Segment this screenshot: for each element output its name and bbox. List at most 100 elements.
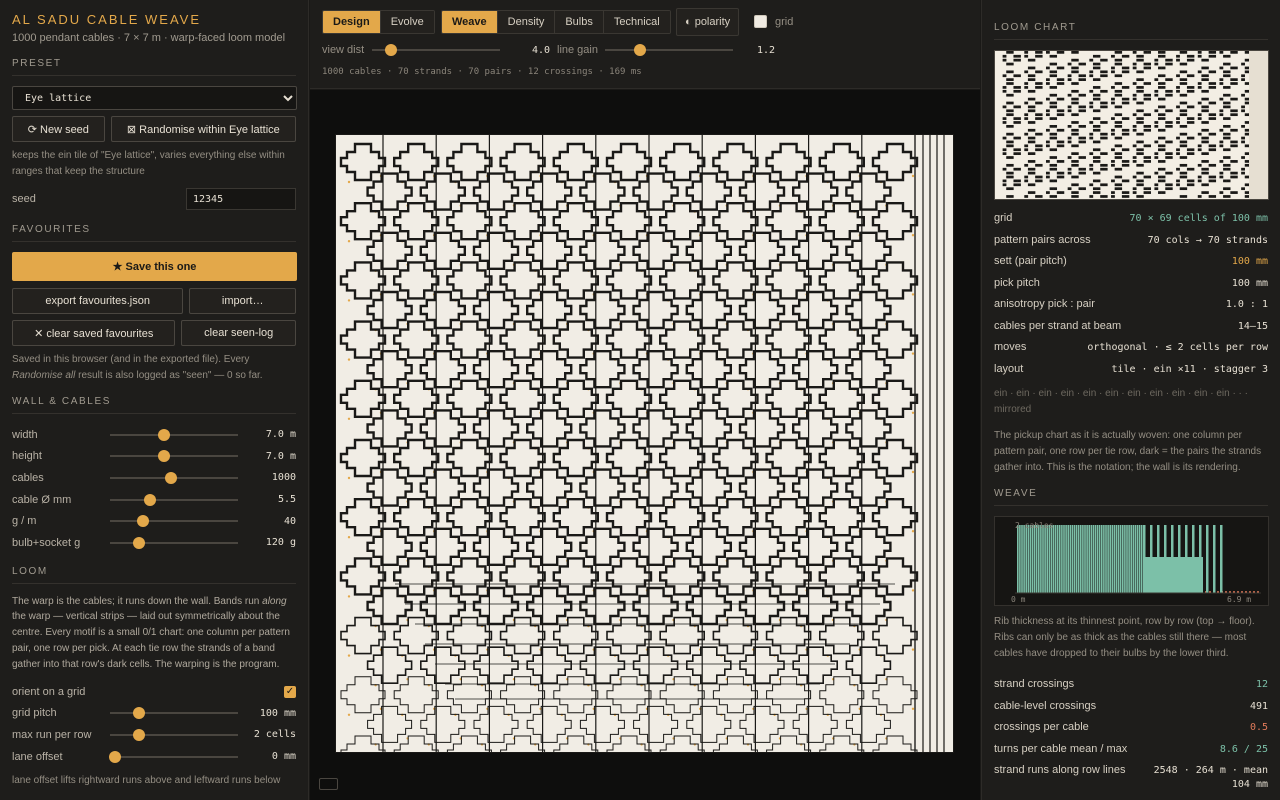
stat-value: 12 xyxy=(1255,679,1268,690)
preset-heading: PRESET xyxy=(12,58,296,76)
loom-slider-track[interactable] xyxy=(110,707,238,720)
slider-thumb[interactable] xyxy=(143,493,156,506)
polarity-button[interactable]: ◐ polarity xyxy=(676,8,740,36)
stat-row: moves orthogonal · ≤ 2 cells per row xyxy=(994,337,1268,359)
line-gain-thumb[interactable] xyxy=(633,44,646,56)
favourites-heading: FAVOURITES xyxy=(12,224,296,242)
wall-slider-label: bulb+socket g xyxy=(12,536,81,549)
grid-checkbox[interactable] xyxy=(754,15,767,28)
weave-x-end: 6.9 m xyxy=(1227,595,1251,604)
app-subtitle: 1000 pendant cables · 7 × 7 m · warp-fac… xyxy=(12,32,286,44)
line-gain-label: line gain xyxy=(557,44,598,56)
stat-value: 491 xyxy=(1249,700,1268,712)
left-panel: AL SADU CABLE WEAVE 1000 pendant cables … xyxy=(0,0,309,800)
loom-slider-track[interactable] xyxy=(110,728,238,741)
wall-slider-value: 5.5 xyxy=(277,494,296,506)
tab-technical[interactable]: Technical xyxy=(603,11,670,33)
slider-thumb[interactable] xyxy=(133,536,146,549)
weave-chart-label: 2 cables xyxy=(1015,521,1054,530)
preset-select[interactable]: Eye lattice xyxy=(12,86,297,110)
wall-slider-track[interactable] xyxy=(110,536,238,549)
randomise-button[interactable]: ⊠ Randomise within Eye lattice xyxy=(110,116,296,142)
tab-bulbs[interactable]: Bulbs xyxy=(555,11,604,33)
clear-favourites-button[interactable]: ✕ clear saved favourites xyxy=(12,320,176,346)
slider-thumb[interactable] xyxy=(157,450,170,463)
loom-chart-note: The pickup chart as it is actually woven… xyxy=(994,430,1262,473)
new-seed-button[interactable]: ⟳ New seed xyxy=(12,116,105,142)
orient-grid-checkbox[interactable]: ✓ xyxy=(284,685,296,698)
wall-slider-track[interactable] xyxy=(110,515,238,528)
loom-sliders: grid pitch 100 mm max run per row 2 cells la… xyxy=(12,703,296,768)
slider-thumb[interactable] xyxy=(165,471,178,484)
cable-wall-render[interactable] xyxy=(335,134,954,753)
weave-chart-svg: 2 cables 0 m 6.9 m xyxy=(1011,521,1261,604)
stat-value: 8.6 / 25 xyxy=(1219,743,1268,755)
render-stage xyxy=(310,90,980,800)
stat-row: strand crossings 12 xyxy=(994,674,1268,696)
loom-slider-row: grid pitch 100 mm xyxy=(12,703,296,725)
wall-slider-row: g / m 40 xyxy=(12,510,296,532)
stat-key: grid xyxy=(994,212,1013,224)
view-dist-slider[interactable] xyxy=(372,44,500,56)
line-gain-control: line gain 1.2 xyxy=(557,44,775,56)
stat-key: sett (pair pitch) xyxy=(994,255,1067,267)
wall-slider-track[interactable] xyxy=(110,450,238,463)
stat-row: cables per strand at beam 14–15 xyxy=(994,316,1268,338)
mode-tabs: Design Evolve xyxy=(322,10,435,34)
line-gain-value: 1.2 xyxy=(756,44,775,56)
wall-slider-track[interactable] xyxy=(110,493,238,506)
loom-chart xyxy=(994,50,1269,200)
tile-chain: ein · ein · ein · ein · ein · ein · ein … xyxy=(994,388,1248,415)
slider-thumb[interactable] xyxy=(137,515,150,528)
loom-slider-row: lane offset 0 mm xyxy=(12,746,296,768)
wall-slider-value: 40 xyxy=(283,515,296,527)
import-button[interactable]: import… xyxy=(189,288,296,314)
slider-thumb[interactable] xyxy=(133,707,146,720)
weave-note: Rib thickness at its thinnest point, row… xyxy=(994,616,1255,659)
wall-slider-value: 120 g xyxy=(265,537,296,549)
stat-key: layout xyxy=(994,362,1024,375)
stat-key: cable-level crossings xyxy=(994,699,1097,712)
slider-thumb[interactable] xyxy=(133,728,146,741)
lane-offset-note: lane offset lifts rightward runs above a… xyxy=(12,775,281,787)
stat-row: layout tile · ein ×11 · stagger 3 xyxy=(994,359,1268,381)
tab-design[interactable]: Design xyxy=(323,11,381,33)
loom-slider-row: max run per row 2 cells xyxy=(12,724,296,746)
line-gain-slider[interactable] xyxy=(605,44,733,56)
grid-label: grid xyxy=(775,15,794,28)
stat-value: 100 mm xyxy=(1231,277,1268,289)
preset-note: keeps the ein tile of "Eye lattice", var… xyxy=(12,150,285,177)
corner-toggle[interactable] xyxy=(319,778,338,790)
wall-slider-track[interactable] xyxy=(110,471,238,484)
view-dist-thumb[interactable] xyxy=(385,44,398,56)
stat-row: sett (pair pitch) 100 mm xyxy=(994,251,1268,273)
cable-wall-svg xyxy=(335,134,954,753)
stat-row: pick pitch 100 mm xyxy=(994,273,1268,295)
tab-weave[interactable]: Weave xyxy=(442,11,498,33)
wall-slider-track[interactable] xyxy=(110,428,238,441)
tab-density[interactable]: Density xyxy=(497,11,556,33)
wall-slider-row: bulb+socket g 120 g xyxy=(12,532,296,554)
slider-thumb[interactable] xyxy=(157,428,170,441)
stat-key: strand crossings xyxy=(994,678,1075,690)
tab-evolve[interactable]: Evolve xyxy=(380,11,434,33)
orient-grid-label: orient on a grid xyxy=(12,685,86,698)
weave-x-start: 0 m xyxy=(1011,595,1026,604)
stat-key: pick pitch xyxy=(994,276,1040,289)
stat-row: turns per cable mean / max 8.6 / 25 xyxy=(994,739,1268,761)
toolbar: Design Evolve Weave Density Bulbs Techni… xyxy=(310,0,980,89)
grid-toggle[interactable]: grid xyxy=(754,15,793,28)
slider-thumb[interactable] xyxy=(109,750,122,763)
loom-slider-value: 2 cells xyxy=(253,729,296,741)
clear-seen-log-button[interactable]: clear seen-log xyxy=(181,320,296,346)
loom-slider-track[interactable] xyxy=(109,750,238,763)
stat-value: 0.5 xyxy=(1249,722,1268,733)
stat-row: cable-level crossings 491 xyxy=(994,696,1268,718)
stat-value: 1.0 : 1 xyxy=(1225,299,1268,310)
stat-row: grid 70 × 69 cells of 100 mm xyxy=(994,208,1268,230)
seed-label: seed xyxy=(12,193,36,205)
save-favourite-button[interactable]: ★ Save this one xyxy=(12,252,297,281)
export-favourites-button[interactable]: export favourites.json xyxy=(12,288,184,314)
render-stats: 1000 cables · 70 strands · 70 pairs · 12… xyxy=(322,67,642,77)
seed-input[interactable] xyxy=(186,188,296,210)
